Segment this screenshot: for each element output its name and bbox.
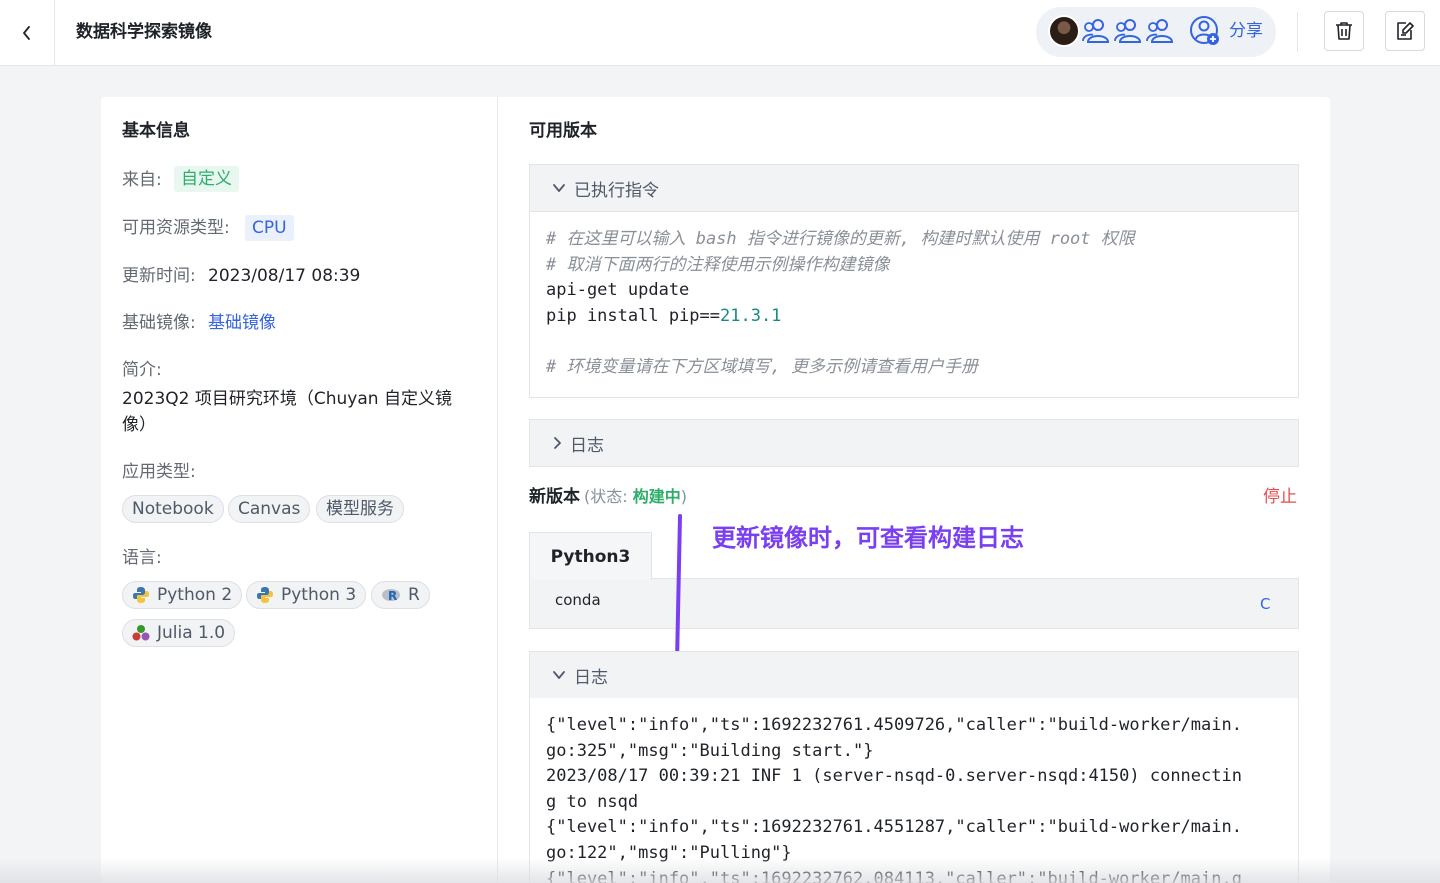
user-group-icon[interactable] bbox=[1081, 17, 1111, 45]
code-comment: # 在这里可以输入 bash 指令进行镜像的更新, 构建时默认使用 root 权… bbox=[546, 229, 1135, 249]
chevron-down-icon bbox=[553, 184, 565, 192]
resource-type-label: 可用资源类型: bbox=[122, 218, 230, 238]
column-divider bbox=[497, 97, 498, 883]
user-group-icon[interactable] bbox=[1113, 17, 1143, 45]
build-log[interactable]: {"level":"info","ts":1692232761.4509726,… bbox=[529, 698, 1299, 883]
resource-type-tag: CPU bbox=[245, 215, 294, 241]
annotation-text: 更新镜像时，可查看构建日志 bbox=[712, 524, 1024, 552]
page-title: 数据科学探索镜像 bbox=[76, 22, 212, 42]
log-header-collapsed[interactable]: 日志 bbox=[529, 419, 1299, 467]
log-line: 2023/08/17 00:39:21 INF 1 (server-nsqd-0… bbox=[546, 766, 1242, 787]
code-line: api-get update bbox=[546, 280, 690, 301]
updated-time-label: 更新时间: bbox=[122, 266, 196, 286]
languages-label: 语言: bbox=[122, 548, 162, 568]
log-line: go:325","msg":"Building start."} bbox=[546, 740, 874, 761]
app-type-pill: Canvas bbox=[228, 495, 311, 523]
python-icon bbox=[132, 586, 150, 604]
basic-info-title: 基本信息 bbox=[122, 121, 190, 141]
base-image-label: 基础镜像: bbox=[122, 313, 196, 333]
chevron-right-icon bbox=[554, 437, 561, 449]
intro-label: 简介: bbox=[122, 360, 162, 380]
environment-action[interactable]: C bbox=[1260, 593, 1270, 615]
app-type-pill: 模型服务 bbox=[316, 495, 404, 523]
app-type-label: 模型服务 bbox=[326, 499, 394, 519]
status-suffix: ) bbox=[680, 487, 687, 506]
edit-icon bbox=[1397, 22, 1414, 40]
log-line: {"level":"info","ts":1692232762.084113,"… bbox=[546, 868, 1242, 883]
language-label: Julia 1.0 bbox=[157, 623, 226, 643]
chevron-down-icon bbox=[553, 671, 565, 679]
app-types-label: 应用类型: bbox=[122, 462, 196, 482]
add-user-icon bbox=[1190, 16, 1219, 45]
language-label: Python 2 bbox=[157, 585, 233, 605]
code-version-number: 21.3.1 bbox=[720, 305, 782, 326]
status-prefix: (状态: bbox=[584, 487, 633, 506]
python-icon bbox=[256, 586, 274, 604]
trash-icon bbox=[1336, 22, 1352, 40]
log-line: g to nsqd bbox=[546, 791, 639, 812]
environment-strip bbox=[529, 578, 1299, 629]
tab-python3[interactable]: Python3 bbox=[529, 532, 652, 580]
app-type-label: Notebook bbox=[132, 499, 214, 519]
delete-button[interactable] bbox=[1324, 11, 1364, 51]
edit-button[interactable] bbox=[1385, 11, 1425, 51]
base-image-link[interactable]: 基础镜像 bbox=[208, 311, 276, 335]
app-type-label: Canvas bbox=[238, 499, 301, 519]
environment-name: conda bbox=[555, 591, 601, 609]
app-type-pill: Notebook bbox=[122, 495, 224, 523]
language-label: Python 3 bbox=[281, 585, 357, 605]
r-language-icon: R bbox=[381, 587, 401, 603]
log-header-expanded[interactable]: 日志 bbox=[529, 651, 1299, 699]
log-title: 日志 bbox=[574, 667, 608, 688]
status-badge: 构建中 bbox=[632, 487, 681, 506]
chevron-left-icon bbox=[23, 26, 30, 40]
avatar[interactable] bbox=[1048, 15, 1080, 47]
source-label: 来自: bbox=[122, 170, 162, 190]
language-pill: Python 3 bbox=[246, 581, 367, 609]
updated-time-value: 2023/08/17 08:39 bbox=[208, 266, 361, 286]
toolbar-divider bbox=[1297, 12, 1298, 52]
executed-commands-header[interactable]: 已执行指令 bbox=[529, 164, 1299, 212]
code-line: pip install pip== bbox=[546, 305, 720, 326]
log-line: {"level":"info","ts":1692232761.4551287,… bbox=[546, 817, 1242, 838]
log-line: go:122","msg":"Pulling"} bbox=[546, 842, 792, 863]
source-tag: 自定义 bbox=[174, 166, 239, 192]
user-group-icon[interactable] bbox=[1145, 17, 1175, 45]
new-version-label: 新版本 bbox=[529, 487, 580, 507]
language-pill: Julia 1.0 bbox=[122, 619, 236, 647]
log-title: 日志 bbox=[570, 435, 604, 456]
back-button[interactable] bbox=[0, 0, 55, 66]
intro-text: 2023Q2 项目研究环境（Chuyan 自定义镜像） bbox=[122, 389, 452, 435]
log-line: {"level":"info","ts":1692232761.4509726,… bbox=[546, 715, 1242, 735]
language-label: R bbox=[408, 585, 420, 605]
versions-title: 可用版本 bbox=[529, 121, 597, 141]
language-pill: R R bbox=[371, 581, 430, 609]
language-pill: Python 2 bbox=[122, 581, 243, 609]
build-status: (状态: 构建中) bbox=[584, 485, 687, 509]
share-label: 分享 bbox=[1229, 21, 1263, 41]
julia-icon bbox=[132, 624, 150, 642]
executed-commands-title: 已执行指令 bbox=[574, 180, 659, 201]
command-editor[interactable]: # 在这里可以输入 bash 指令进行镜像的更新, 构建时默认使用 root 权… bbox=[529, 211, 1299, 398]
svg-text:R: R bbox=[388, 589, 397, 603]
code-comment: # 环境变量请在下方区域填写, 更多示例请查看用户手册 bbox=[546, 356, 978, 377]
stop-button[interactable]: 停止 bbox=[1263, 485, 1297, 509]
code-comment: # 取消下面两行的注释使用示例操作构建镜像 bbox=[546, 254, 890, 275]
share-button[interactable]: 分享 bbox=[1189, 15, 1263, 47]
